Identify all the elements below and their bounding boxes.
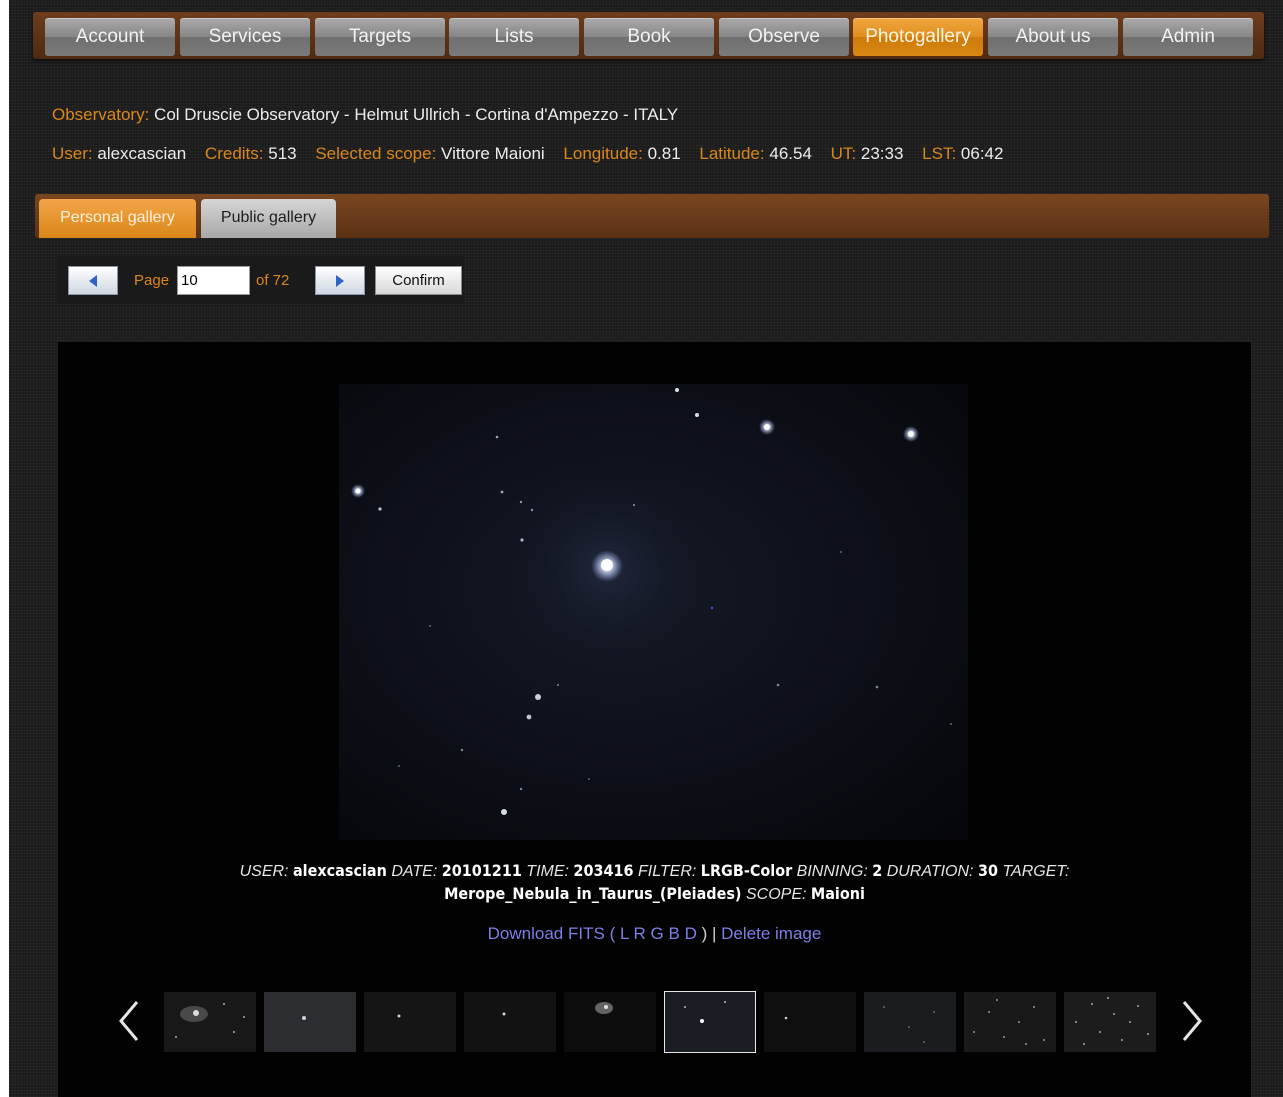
caption-filter: LRGB-Color (700, 861, 793, 880)
thumbnail[interactable] (264, 992, 356, 1052)
scope-value: Vittore Maioni (441, 144, 545, 163)
download-r-link[interactable]: R (634, 924, 646, 943)
caption-binning-label: BINNING: (796, 863, 868, 880)
nav-lists[interactable]: Lists (449, 18, 579, 56)
caption-date: 20101211 (441, 861, 522, 880)
caption-time: 203416 (573, 861, 634, 880)
thumbnail[interactable] (964, 992, 1056, 1052)
carousel-next-button[interactable] (1176, 996, 1206, 1046)
page-number-input[interactable] (177, 266, 250, 295)
caption-scope: Maioni (810, 884, 865, 903)
page-total-label: of 72 (256, 272, 290, 289)
longitude-label: Longitude: (563, 144, 643, 163)
open-paren: ( (609, 924, 616, 943)
thumb-image (1064, 992, 1156, 1052)
nav-services[interactable]: Services (180, 18, 310, 56)
nav-targets[interactable]: Targets (315, 18, 445, 56)
nav-about-us[interactable]: About us (988, 18, 1118, 56)
download-d-link[interactable]: D (685, 924, 697, 943)
ut-value: 23:33 (860, 144, 904, 163)
chevron-left-icon (119, 1001, 139, 1041)
nav-account[interactable]: Account (45, 18, 175, 56)
caption-target-label: TARGET: (1002, 863, 1070, 880)
download-g-link[interactable]: G (651, 924, 664, 943)
user-label: User: (52, 144, 93, 163)
triangle-left-icon (89, 275, 97, 287)
top-navigation: Account Services Targets Lists Book Obse… (33, 12, 1264, 59)
next-page-button[interactable] (315, 266, 365, 295)
scope-label: Selected scope: (315, 144, 437, 163)
caption-user-label: USER: (239, 863, 289, 880)
thumb-image (364, 992, 456, 1052)
observatory-value: Col Druscie Observatory - Helmut Ullrich… (154, 105, 679, 124)
nav-book[interactable]: Book (584, 18, 714, 56)
lst-label: LST: (922, 144, 957, 163)
link-separator: ) | (701, 924, 717, 943)
nav-admin[interactable]: Admin (1123, 18, 1253, 56)
thumb-image (764, 992, 856, 1052)
triangle-right-icon (336, 275, 344, 287)
tab-personal-gallery[interactable]: Personal gallery (39, 199, 196, 238)
user-value: alexcascian (97, 144, 187, 163)
credits-value: 513 (268, 144, 297, 163)
star-field (351, 388, 952, 815)
caption-target: Merope_Nebula_in_Taurus_(Pleiades) (444, 884, 742, 903)
page-label: Page (134, 272, 170, 289)
nav-photogallery[interactable]: Photogallery (853, 18, 983, 56)
session-info-line: User: alexcascian Credits: 513 Selected … (52, 144, 1017, 164)
thumbnail[interactable] (364, 992, 456, 1052)
pagination: Page of 72 Confirm (57, 256, 464, 304)
caption-scope-label: SCOPE: (745, 886, 807, 903)
caption-filter-label: FILTER: (637, 863, 697, 880)
gallery-tabs: Personal gallery Public gallery (35, 194, 1269, 238)
astro-photo (339, 384, 968, 840)
thumbnail[interactable] (564, 992, 656, 1052)
thumbnail[interactable] (464, 992, 556, 1052)
caption-binning: 2 (872, 861, 883, 880)
thumb-image (864, 992, 956, 1052)
delete-image-link[interactable]: Delete image (721, 924, 821, 943)
download-l-link[interactable]: L (620, 924, 629, 943)
thumbnail[interactable] (1064, 992, 1156, 1052)
caption-duration: 30 (977, 861, 998, 880)
caption-user: alexcascian (292, 861, 387, 880)
image-actions: Download FITS ( L R G B D ) | Delete ima… (58, 924, 1251, 944)
latitude-value: 46.54 (769, 144, 812, 163)
latitude-label: Latitude: (699, 144, 765, 163)
thumb-image (164, 992, 256, 1052)
confirm-button[interactable]: Confirm (375, 266, 462, 295)
prev-page-button[interactable] (68, 266, 118, 295)
thumb-image (264, 992, 356, 1052)
credits-label: Credits: (204, 144, 264, 163)
image-metadata-caption: USER: alexcascian DATE: 20101211 TIME: 2… (158, 860, 1151, 906)
thumbnail[interactable] (164, 992, 256, 1052)
page-frame: Account Services Targets Lists Book Obse… (9, 0, 1283, 1097)
thumb-image (964, 992, 1056, 1052)
thumbnail[interactable] (864, 992, 956, 1052)
thumb-image (564, 992, 656, 1052)
caption-time-label: TIME: (526, 863, 569, 880)
observatory-label: Observatory: (52, 105, 150, 124)
chevron-right-icon (1182, 1001, 1202, 1041)
thumbnail[interactable] (764, 992, 856, 1052)
thumb-image (665, 992, 755, 1052)
observatory-line: Observatory: Col Druscie Observatory - H… (52, 105, 692, 125)
caption-duration-label: DURATION: (886, 863, 974, 880)
carousel-prev-button[interactable] (115, 996, 145, 1046)
ut-label: UT: (830, 144, 857, 163)
nav-observe[interactable]: Observe (719, 18, 849, 56)
thumb-image (464, 992, 556, 1052)
download-fits-link[interactable]: Download FITS (488, 924, 605, 943)
download-b-link[interactable]: B (669, 924, 680, 943)
thumbnail-selected[interactable] (664, 991, 756, 1053)
longitude-value: 0.81 (647, 144, 681, 163)
caption-date-label: DATE: (391, 863, 438, 880)
image-viewer: USER: alexcascian DATE: 20101211 TIME: 2… (58, 342, 1251, 1097)
lst-value: 06:42 (960, 144, 1004, 163)
tab-public-gallery[interactable]: Public gallery (201, 199, 336, 238)
